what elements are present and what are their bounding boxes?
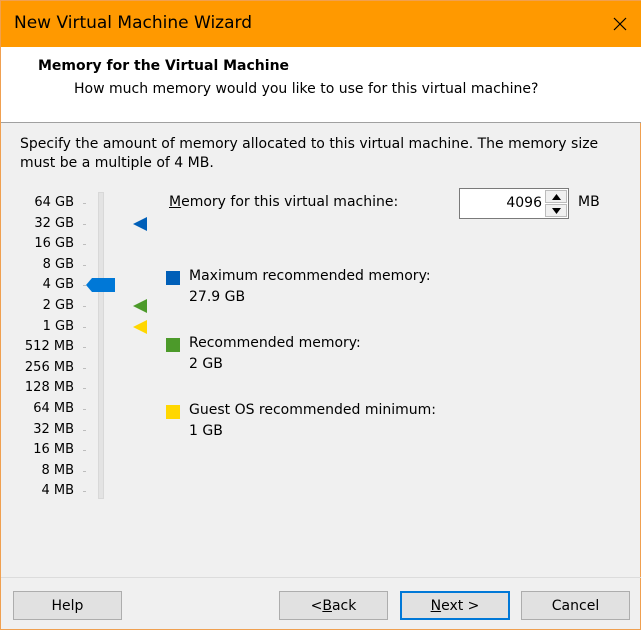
memory-unit: MB <box>578 194 600 210</box>
memory-label-accel: M <box>169 194 182 210</box>
wizard-window: New Virtual Machine Wizard Memory for th… <box>0 0 641 630</box>
back-button[interactable]: < Back <box>279 591 388 620</box>
scale-tick-label: 16 GB <box>34 236 74 252</box>
scale-tick: 2 GB <box>1 296 91 316</box>
guest-min-marker-shape <box>133 319 147 334</box>
scale-tick: 512 MB <box>1 337 91 357</box>
back-label-pre: < <box>310 597 323 614</box>
scale-tick-mark <box>83 326 86 328</box>
scale-tick-mark <box>83 450 86 452</box>
scale-tick-label: 4 GB <box>42 277 74 293</box>
footer-divider <box>1 577 641 578</box>
scale-tick-mark <box>83 409 86 410</box>
scale-tick-label: 2 GB <box>42 298 74 313</box>
memory-input[interactable] <box>462 192 542 214</box>
back-label-accel: B <box>322 597 332 614</box>
next-button[interactable]: Next > <box>400 591 510 620</box>
close-button[interactable] <box>597 1 641 47</box>
recommended-value: 2 GB <box>189 356 223 372</box>
scale-tick-label: 8 GB <box>42 256 74 272</box>
memory-label-post: emory for this virtual machine: <box>181 194 399 210</box>
recommended-swatch <box>166 338 180 352</box>
scale-tick: 8 MB <box>1 461 91 481</box>
window-title: New Virtual Machine Wizard <box>14 13 252 33</box>
scale-tick: 32 GB <box>1 214 91 234</box>
help-button[interactable]: Help <box>13 591 122 620</box>
scale-tick: 64 GB <box>1 193 91 213</box>
guest-min-marker <box>133 319 147 334</box>
scale-tick-label: 256 MB <box>24 359 74 375</box>
max-recommended-marker-shape <box>133 216 147 231</box>
recommended-marker <box>133 299 147 313</box>
scale-tick-label: 16 MB <box>33 442 74 458</box>
scale-tick-mark <box>83 388 86 390</box>
max-recommended-swatch <box>166 271 180 285</box>
scale-tick-mark <box>83 470 86 472</box>
page-subtitle: How much memory would you like to use fo… <box>74 81 539 97</box>
scale-tick: 16 GB <box>1 234 91 254</box>
recommended-label: Recommended memory: <box>189 335 361 351</box>
scale-tick-label: 32 GB <box>34 215 74 231</box>
next-label-accel: N <box>430 597 442 614</box>
scale-tick-label: 128 MB <box>24 380 74 396</box>
scale-tick: 8 GB <box>1 255 91 275</box>
scale-tick-mark <box>83 244 86 246</box>
recommended-marker-shape <box>133 299 147 313</box>
memory-slider-track[interactable] <box>98 192 104 499</box>
scale-tick-label: 64 GB <box>34 195 74 210</box>
scale-tick-mark <box>83 429 86 431</box>
scale-tick-label: 64 MB <box>33 401 74 416</box>
title-bar: New Virtual Machine Wizard <box>1 1 641 47</box>
memory-slider-thumb[interactable] <box>86 278 115 293</box>
close-icon <box>613 17 626 31</box>
scale-tick-mark <box>83 491 86 493</box>
scale-tick-mark <box>83 264 86 266</box>
decrement-button[interactable] <box>545 204 567 217</box>
scale-tick: 1 GB <box>1 317 91 337</box>
memory-stepper <box>459 188 569 219</box>
guest-min-swatch <box>166 405 180 419</box>
scale-tick-label: 8 MB <box>41 462 74 478</box>
scale-tick: 256 MB <box>1 358 91 378</box>
scale-tick: 16 MB <box>1 440 91 460</box>
chevron-up-icon <box>551 193 561 200</box>
max-recommended-marker <box>133 216 147 231</box>
wizard-header: Memory for the Virtual Machine How much … <box>1 47 641 123</box>
page-title: Memory for the Virtual Machine <box>38 58 290 74</box>
scale-tick-mark <box>83 203 86 204</box>
scale-tick-mark <box>83 367 86 369</box>
max-recommended-value: 27.9 GB <box>189 289 246 305</box>
next-label-post: ext > <box>441 597 480 614</box>
scale-tick-mark <box>83 347 86 349</box>
scale-tick: 4 GB <box>1 275 91 295</box>
back-label-post: ack <box>331 597 357 614</box>
cancel-button[interactable]: Cancel <box>521 591 630 620</box>
increment-button[interactable] <box>545 190 567 203</box>
scale-tick: 64 MB <box>1 399 91 419</box>
chevron-down-icon <box>551 207 561 214</box>
scale-tick-label: 512 MB <box>24 339 74 355</box>
scale-tick: 4 MB <box>1 481 91 501</box>
scale-tick: 32 MB <box>1 420 91 440</box>
memory-field-label: Memory for this virtual machine: <box>169 194 398 210</box>
max-recommended-label: Maximum recommended memory: <box>189 268 431 284</box>
guest-min-value: 1 GB <box>189 423 223 439</box>
memory-spin-buttons <box>545 190 567 217</box>
scale-tick-label: 4 MB <box>41 483 74 499</box>
scale-tick-mark <box>83 306 86 307</box>
description-text: Specify the amount of memory allocated t… <box>20 136 599 171</box>
scale-tick-label: 1 GB <box>42 318 74 334</box>
scale-tick: 128 MB <box>1 378 91 398</box>
scale-tick-label: 32 MB <box>33 421 74 437</box>
scale-tick-mark <box>83 223 86 225</box>
guest-min-label: Guest OS recommended minimum: <box>189 402 437 418</box>
